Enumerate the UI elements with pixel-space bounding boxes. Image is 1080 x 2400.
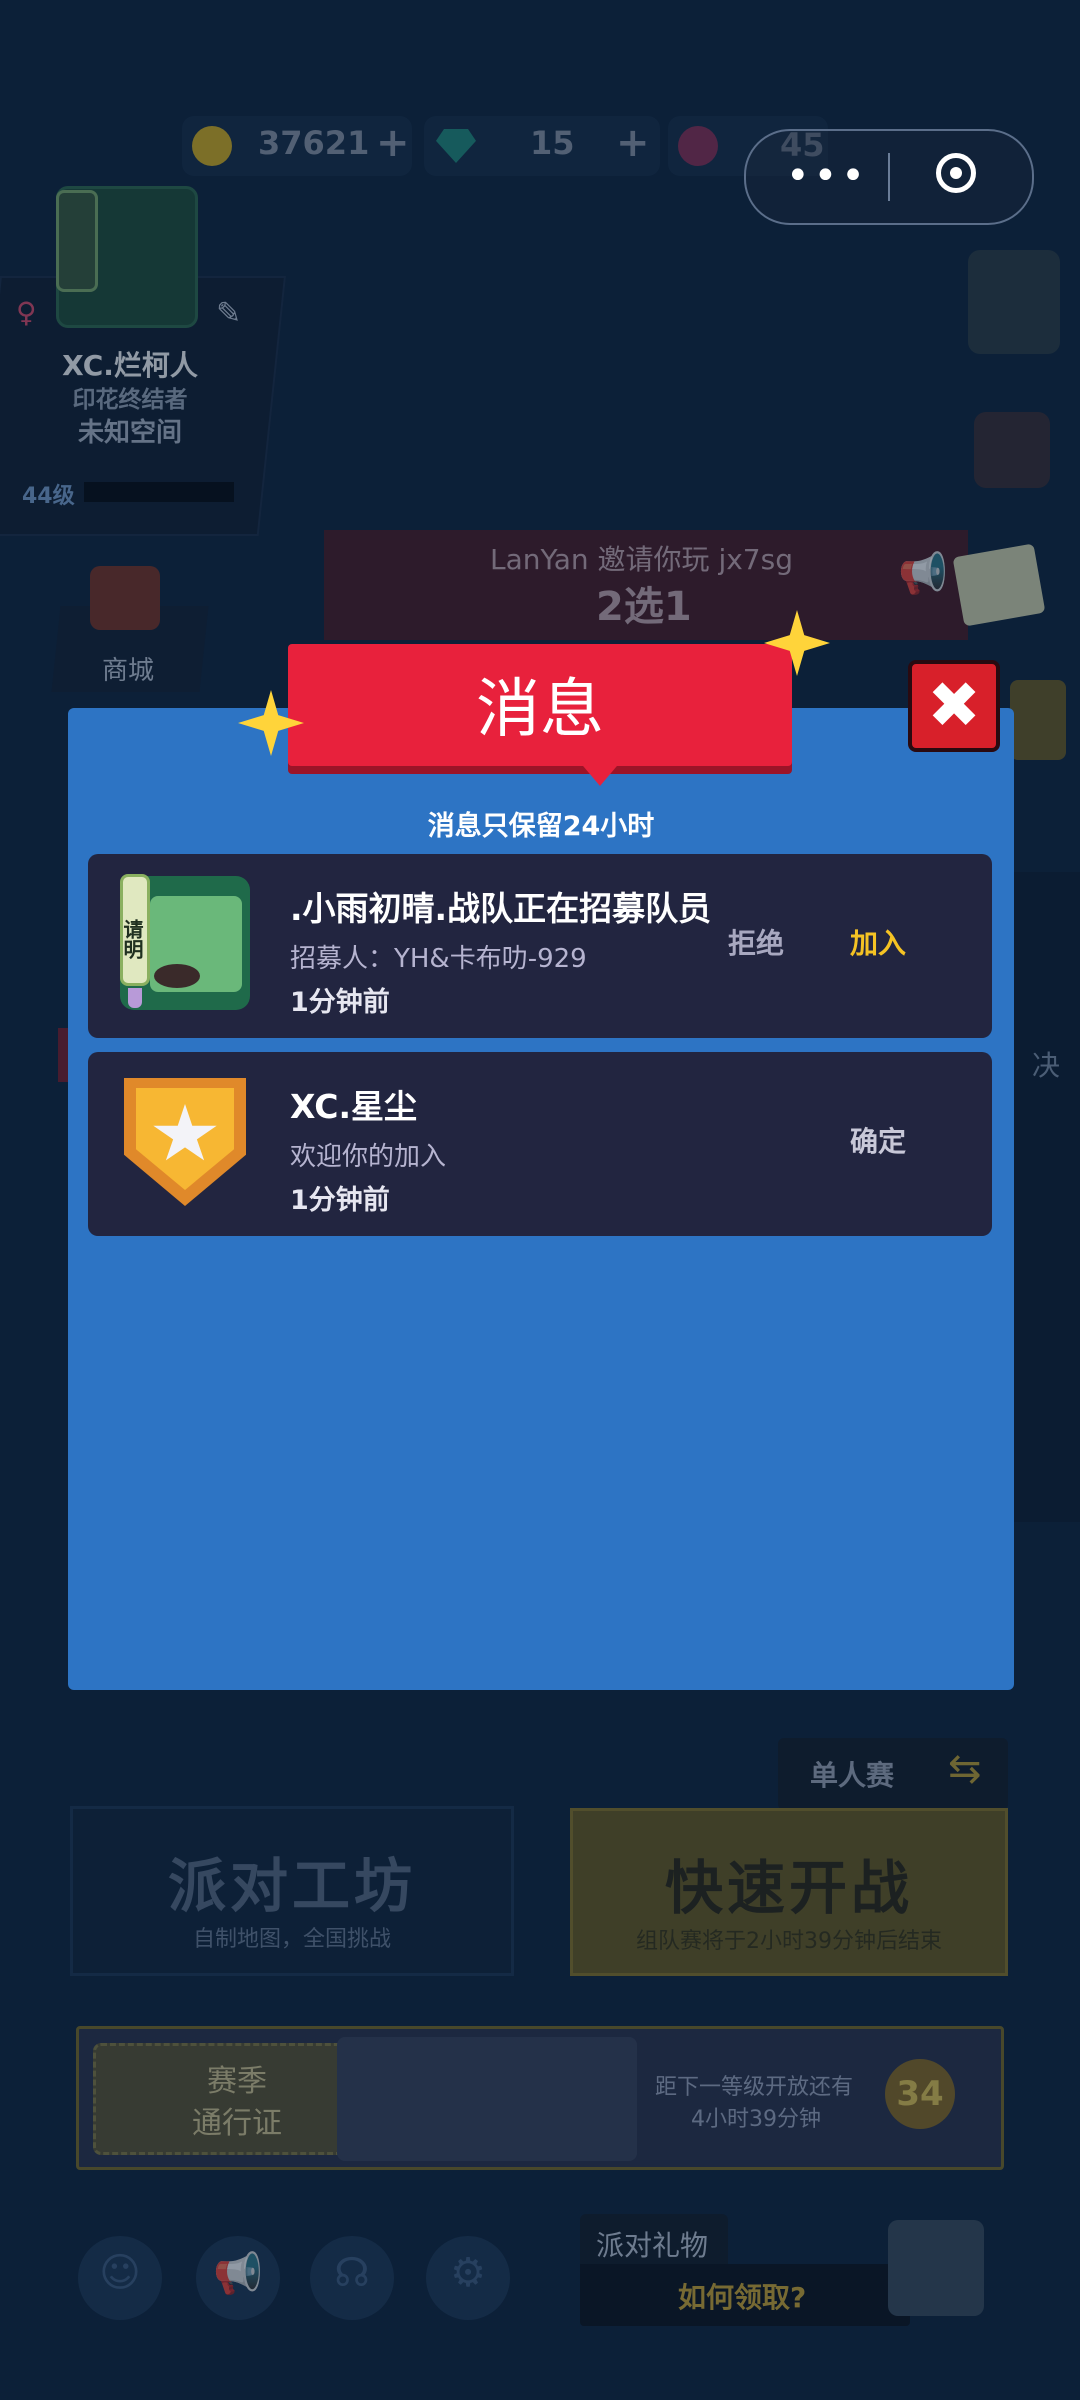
message-subtitle: 招募人：YH&卡布叻-929 xyxy=(290,944,587,974)
shield-badge-icon[interactable] xyxy=(974,412,1050,488)
message-title: .小雨初晴.战队正在招募队员 xyxy=(290,889,712,928)
coin-value: 37621 xyxy=(258,124,370,162)
gem-counter: 15 + xyxy=(424,116,660,176)
shop-label: 商城 xyxy=(102,656,155,686)
season-info-1: 距下一等级开放还有 xyxy=(655,2075,854,2100)
trophy-icon[interactable] xyxy=(1010,680,1066,760)
cards-icon xyxy=(952,543,1046,627)
season-level-badge: 34 xyxy=(885,2059,955,2129)
gift-how-to-button[interactable]: 如何领取? xyxy=(580,2264,910,2326)
shop-icon xyxy=(90,566,160,630)
tassel-icon xyxy=(128,988,142,1008)
team-shield-icon xyxy=(120,1074,250,1208)
season-pass-banner[interactable]: 赛季 通行证 距下一等级开放还有 4小时39分钟 34 xyxy=(76,2026,1004,2170)
edit-pencil-icon[interactable]: ✎ xyxy=(216,296,241,331)
close-miniprogram-icon[interactable] xyxy=(936,153,976,193)
swap-icon[interactable]: ⇆ xyxy=(948,1746,982,1792)
message-time: 1分钟前 xyxy=(290,1185,390,1216)
season-info-2: 4小时39分钟 xyxy=(691,2107,821,2132)
confirm-button[interactable]: 确定 xyxy=(850,1120,906,1160)
reject-button[interactable]: 拒绝 xyxy=(728,922,784,962)
modal-title-banner: 消息 xyxy=(288,644,792,766)
support-headset-icon[interactable]: ☊ xyxy=(310,2236,394,2320)
title-tail xyxy=(578,760,622,786)
solo-label: 单人赛 xyxy=(810,1759,895,1792)
close-icon: ✖ xyxy=(927,669,981,743)
invite-banner[interactable]: LanYan 邀请你玩 jx7sg 2选1 📢 xyxy=(324,530,968,640)
right-side-panel: 决 xyxy=(1014,872,1080,1522)
gem-icon xyxy=(436,129,476,163)
season-mascot-icon xyxy=(337,2037,637,2161)
solo-mode-tab[interactable]: 单人赛 ⇆ xyxy=(778,1738,1008,1810)
announcement-icon[interactable]: 📢 xyxy=(196,2236,280,2320)
settings-gear-icon[interactable]: ⚙ xyxy=(426,2236,510,2320)
quick-start-sub: 组队赛将于2小时39分钟后结束 xyxy=(636,1929,942,1954)
player-name: XC.烂柯人 xyxy=(62,349,198,382)
more-menu-icon[interactable]: ••• xyxy=(786,153,869,199)
player-level: 44级 xyxy=(22,484,75,509)
side-panel-text: 决 xyxy=(1032,1049,1061,1082)
gender-female-icon: ♀ xyxy=(16,296,37,329)
add-coins-button[interactable]: + xyxy=(376,120,410,166)
modal-subtitle: 消息只保留24小时 xyxy=(427,811,655,842)
invite-text: LanYan 邀请你玩 jx7sg xyxy=(490,543,793,576)
party-workshop-button[interactable]: 派对工坊 自制地图，全国挑战 xyxy=(70,1806,514,1976)
team-badge-icon: 请明 xyxy=(120,874,250,1010)
message-row-welcome: XC.星尘 欢迎你的加入 1分钟前 确定 xyxy=(88,1052,992,1236)
invite-mode: 2选1 xyxy=(596,584,692,630)
player-title: 印花终结者 xyxy=(72,387,188,413)
add-gems-button[interactable]: + xyxy=(616,120,650,166)
join-button[interactable]: 加入 xyxy=(850,922,906,962)
chat-icon[interactable]: ☺ xyxy=(78,2236,162,2320)
modal-title: 消息 xyxy=(476,673,604,747)
season-label-1: 赛季 xyxy=(207,2064,267,2099)
quick-start-title: 快速开战 xyxy=(664,1854,913,1922)
capsule-divider xyxy=(888,153,890,201)
season-label-2: 通行证 xyxy=(192,2106,282,2141)
event-ad-icon[interactable] xyxy=(968,250,1060,354)
level-progress-bar xyxy=(84,482,234,502)
treasure-chest-icon[interactable] xyxy=(888,2220,984,2316)
message-row-recruit: 请明 .小雨初晴.战队正在招募队员 招募人：YH&卡布叻-929 1分钟前 拒绝… xyxy=(88,854,992,1038)
gem-value: 15 xyxy=(530,124,575,162)
coin-counter: 37621 + xyxy=(182,116,412,176)
lantern-label: 请明 xyxy=(120,874,150,986)
party-workshop-title: 派对工坊 xyxy=(167,1852,416,1920)
coin-icon xyxy=(192,126,232,166)
miniprogram-capsule: ••• xyxy=(744,129,1034,225)
party-gift-text: 派对礼物 xyxy=(596,2229,709,2262)
quick-start-button[interactable]: 快速开战 组队赛将于2小时39分钟后结束 xyxy=(570,1808,1008,1976)
lotus-icon xyxy=(678,126,718,166)
player-space: 未知空间 xyxy=(77,418,182,448)
close-button[interactable]: ✖ xyxy=(908,660,1000,752)
message-title: XC.星尘 xyxy=(290,1087,418,1126)
rock-icon xyxy=(154,964,200,988)
message-subtitle: 欢迎你的加入 xyxy=(290,1142,447,1172)
message-time: 1分钟前 xyxy=(290,987,390,1018)
megaphone-icon: 📢 xyxy=(898,551,948,597)
party-gift-label: 派对礼物 xyxy=(580,2214,728,2270)
party-workshop-sub: 自制地图，全国挑战 xyxy=(192,1927,391,1952)
lantern-badge-icon xyxy=(56,190,98,292)
gift-question: 如何领取? xyxy=(678,2281,807,2314)
